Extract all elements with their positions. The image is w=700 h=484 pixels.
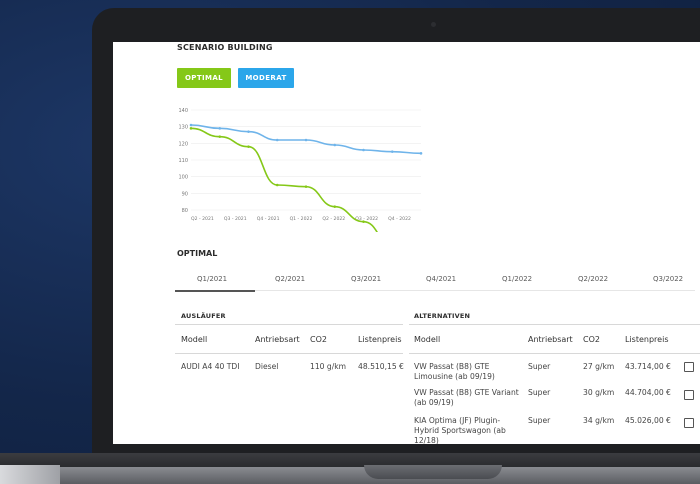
alternativen-row3-antriebsart: Super: [528, 416, 551, 425]
camera-icon: [431, 22, 436, 27]
y-tick-label: 100: [178, 175, 188, 181]
alternativen-header-antriebsart: Antriebsart: [528, 335, 573, 344]
optimal-button[interactable]: OPTIMAL: [177, 68, 231, 88]
x-tick-label: Q1 - 2022: [290, 216, 313, 222]
auslaeufer-cell-listenpreis: 48.510,15 €: [358, 362, 404, 371]
page-title: SCENARIO BUILDING: [177, 43, 273, 52]
auslaeufer-title: AUSLÄUFER: [181, 312, 226, 320]
alternativen-row2-co2: 30 g/km: [583, 388, 615, 397]
series-point: [390, 150, 394, 153]
y-tick-label: 90: [182, 191, 188, 197]
tab-q1-2021[interactable]: Q1/2021: [197, 275, 227, 283]
tab-q3-2022[interactable]: Q3/2022: [653, 275, 683, 283]
auslaeufer-header-co2: CO2: [310, 335, 327, 344]
x-tick-label: Q2 - 2022: [322, 216, 345, 222]
y-tick-label: 130: [178, 125, 188, 131]
alternativen-header-co2: CO2: [583, 335, 600, 344]
laptop-base-edge: [0, 465, 60, 484]
alternativen-row2-listenpreis: 44.704,00 €: [625, 388, 671, 397]
auslaeufer-header-rule: [175, 353, 403, 354]
alternativen-row3-listenpreis: 45.026,00 €: [625, 416, 671, 425]
x-tick-label: Q4 - 2021: [257, 216, 280, 222]
tab-q4-2021[interactable]: Q4/2021: [426, 275, 456, 283]
laptop-hinge: [0, 453, 700, 467]
alternativen-row3-modell: KIA Optima (JF) Plugin-Hybrid Sportswago…: [414, 416, 506, 444]
series-point: [275, 183, 279, 187]
auslaeufer-cell-antriebsart: Diesel: [255, 362, 279, 371]
alternativen-row2-checkbox[interactable]: [684, 390, 694, 400]
series-point: [275, 138, 279, 142]
alternativen-row3-co2: 34 g/km: [583, 416, 615, 425]
tab-divider: [255, 290, 695, 291]
alternativen-row1-co2: 27 g/km: [583, 362, 615, 371]
alternativen-row2-modell: VW Passat (B8) GTE Variant (ab 09/19): [414, 388, 519, 407]
alternativen-header-rule: [409, 353, 700, 354]
alternativen-title: ALTERNATIVEN: [414, 312, 471, 320]
auslaeufer-cell-co2: 110 g/km: [310, 362, 347, 371]
series-point: [304, 138, 308, 142]
y-tick-label: 140: [178, 108, 188, 114]
series-point: [247, 130, 250, 133]
moderat-button[interactable]: MODERAT: [238, 68, 294, 88]
x-tick-label: Q2 - 2021: [191, 216, 214, 222]
tab-q2-2022[interactable]: Q2/2022: [578, 275, 608, 283]
series-point: [247, 145, 250, 148]
laptop-notch: [364, 465, 502, 479]
series-point: [362, 220, 365, 223]
x-tick-label: Q3 - 2021: [224, 216, 247, 222]
auslaeufer-cell-modell: AUDI A4 40 TDI: [181, 362, 240, 371]
series-point: [333, 205, 337, 208]
y-tick-label: 110: [178, 158, 188, 164]
auslaeufer-header-listenpreis: Listenpreis: [358, 335, 402, 344]
auslaeufer-header-modell: Modell: [181, 335, 208, 344]
tab-q3-2021[interactable]: Q3/2021: [351, 275, 381, 283]
laptop-screen: SCENARIO BUILDING OPTIMAL MODERAT 80 90 10…: [113, 42, 700, 444]
tab-q2-2021[interactable]: Q2/2021: [275, 275, 305, 283]
section-title: OPTIMAL: [177, 249, 218, 258]
series-point: [218, 135, 222, 138]
scenario-chart: 80 90 100 110 120 130 140 Q2 - 2021 Q3 - 2021 Q4 …: [171, 102, 431, 247]
auslaeufer-title-rule: [175, 324, 403, 325]
alternativen-row3-checkbox[interactable]: [684, 418, 694, 428]
series-point: [189, 127, 193, 130]
alternativen-row1-antriebsart: Super: [528, 362, 551, 371]
alternativen-header-listenpreis: Listenpreis: [625, 335, 669, 344]
series-point: [304, 185, 308, 188]
series-point: [362, 148, 365, 152]
alternativen-header-modell: Modell: [414, 335, 441, 344]
series-point: [333, 143, 337, 147]
y-tick-label: 120: [178, 141, 188, 147]
y-tick-label: 80: [182, 208, 188, 214]
series-point: [218, 127, 222, 130]
x-tick-label: Q4 - 2022: [388, 216, 411, 222]
alternativen-row1-modell: VW Passat (B8) GTE Limousine (ab 09/19): [414, 362, 495, 381]
series-point: [419, 152, 423, 155]
active-tab-indicator: [175, 290, 255, 292]
alternativen-row1-checkbox[interactable]: [684, 362, 694, 372]
alternativen-row2-antriebsart: Super: [528, 388, 551, 397]
chart-svg: 80 90 100 110 120 130 140 Q2 - 2021 Q3 - 2021 Q4 …: [178, 108, 423, 247]
tab-q1-2022[interactable]: Q1/2022: [502, 275, 532, 283]
alternativen-row1-listenpreis: 43.714,00 €: [625, 362, 671, 371]
auslaeufer-header-antriebsart: Antriebsart: [255, 335, 300, 344]
alternativen-title-rule: [409, 324, 700, 325]
series-point: [189, 123, 193, 127]
